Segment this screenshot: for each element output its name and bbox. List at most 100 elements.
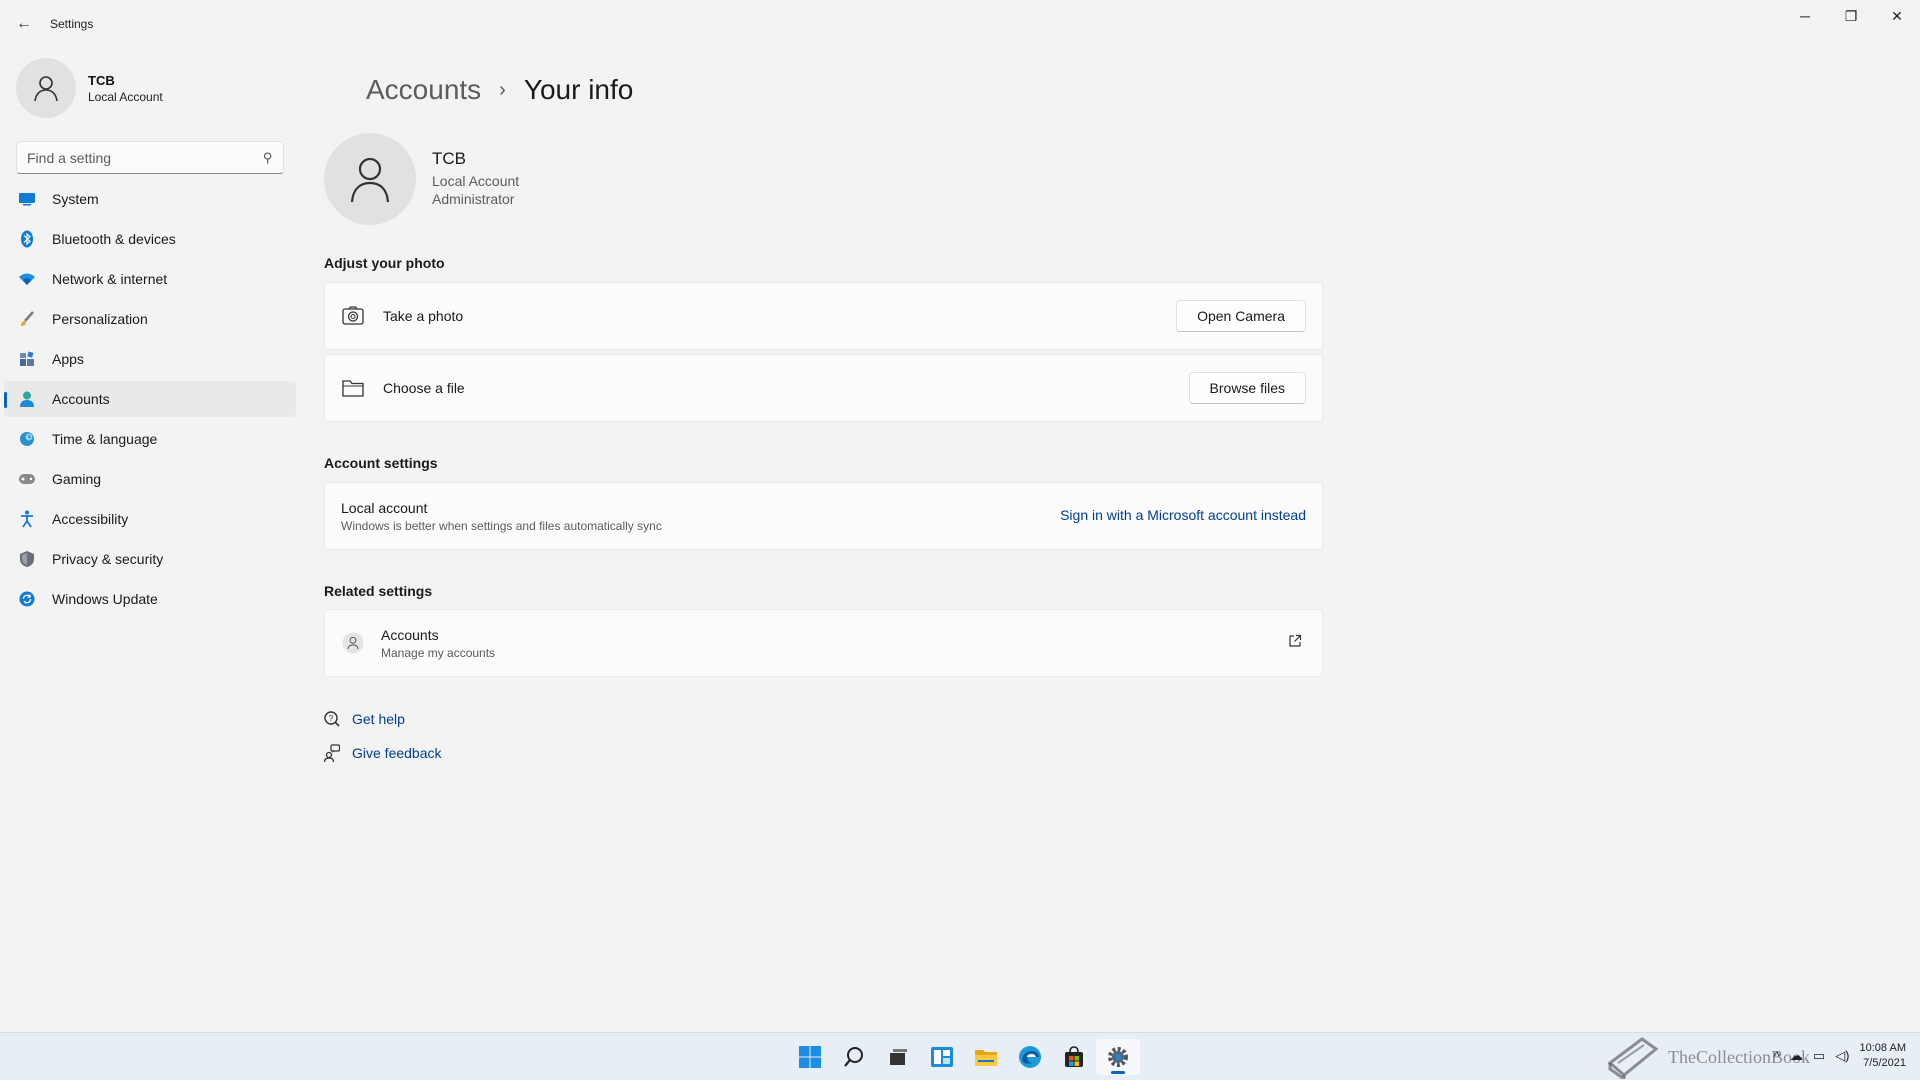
shield-icon xyxy=(18,550,36,568)
sidebar-nav: System Bluetooth & devices Network & int… xyxy=(4,181,296,621)
manage-accounts-card[interactable]: Accounts Manage my accounts xyxy=(324,609,1323,677)
sidebar-item-accessibility[interactable]: Accessibility xyxy=(4,501,296,537)
get-help-link[interactable]: Get help xyxy=(352,711,405,727)
section-title-adjust-photo: Adjust your photo xyxy=(324,255,445,271)
back-button[interactable]: ← xyxy=(12,12,36,36)
sidebar-item-network[interactable]: Network & internet xyxy=(4,261,296,297)
browse-files-button[interactable]: Browse files xyxy=(1188,372,1306,404)
gamepad-icon xyxy=(18,470,36,488)
task-view-icon xyxy=(890,1049,907,1065)
choose-file-card: Choose a file Browse files xyxy=(324,354,1323,422)
sidebar-item-apps[interactable]: Apps xyxy=(4,341,296,377)
clock[interactable]: 10:08 AM 7/5/2021 xyxy=(1860,1041,1906,1071)
edge-icon xyxy=(1019,1046,1041,1068)
sidebar-item-label: Accessibility xyxy=(52,511,129,527)
give-feedback-link[interactable]: Give feedback xyxy=(352,745,442,761)
back-arrow-icon: ← xyxy=(16,15,32,32)
clock-date: 7/5/2021 xyxy=(1863,1057,1906,1069)
user-info: TCB Local Account Administrator xyxy=(324,133,519,225)
feedback-icon xyxy=(324,744,340,762)
svg-text:?: ? xyxy=(329,714,334,723)
app-title: Settings xyxy=(50,17,94,31)
get-help-row[interactable]: ? Get help xyxy=(324,711,405,727)
local-account-card: Local account Windows is better when set… xyxy=(324,482,1323,550)
task-view-button[interactable] xyxy=(876,1039,920,1075)
person-silhouette-icon xyxy=(34,76,58,102)
sidebar-item-accounts[interactable]: Accounts xyxy=(4,381,296,417)
restore-icon: ❐ xyxy=(1844,7,1858,24)
sidebar-item-personalization[interactable]: Personalization xyxy=(4,301,296,337)
sidebar-item-label: Windows Update xyxy=(52,591,158,607)
settings-taskbar-button[interactable] xyxy=(1096,1039,1140,1075)
file-explorer-icon xyxy=(975,1050,997,1066)
user-role: Administrator xyxy=(432,191,515,207)
profile-name: TCB xyxy=(88,72,115,88)
search-box[interactable]: ⚲ xyxy=(16,141,284,174)
camera-icon xyxy=(342,305,364,327)
search-input[interactable] xyxy=(27,149,264,166)
globe-clock-icon xyxy=(18,430,36,448)
microsoft-signin-link[interactable]: Sign in with a Microsoft account instead xyxy=(1060,507,1306,523)
choose-file-label: Choose a file xyxy=(383,380,465,396)
sidebar-item-gaming[interactable]: Gaming xyxy=(4,461,296,497)
sidebar-profile[interactable]: TCB Local Account xyxy=(16,58,163,118)
breadcrumb-separator-icon: › xyxy=(499,78,506,101)
close-icon: ✕ xyxy=(1891,7,1903,24)
user-account-type: Local Account xyxy=(432,173,520,189)
breadcrumb-parent[interactable]: Accounts xyxy=(366,74,481,106)
edge-button[interactable] xyxy=(1008,1039,1052,1075)
brush-icon xyxy=(18,310,36,328)
user-avatar xyxy=(324,133,416,225)
give-feedback-row[interactable]: Give feedback xyxy=(324,744,442,762)
clock-time: 10:08 AM xyxy=(1859,1042,1906,1054)
person-circle-icon xyxy=(342,632,364,654)
take-photo-card: Take a photo Open Camera xyxy=(324,282,1323,350)
sidebar-item-label: Time & language xyxy=(52,431,158,447)
sidebar-item-bluetooth[interactable]: Bluetooth & devices xyxy=(4,221,296,257)
start-icon xyxy=(799,1046,821,1068)
sidebar-item-time-language[interactable]: Time & language xyxy=(4,421,296,457)
sidebar-item-system[interactable]: System xyxy=(4,181,296,217)
minimize-icon: ─ xyxy=(1800,8,1810,24)
store-button[interactable] xyxy=(1052,1039,1096,1075)
sidebar-item-label: Privacy & security xyxy=(52,551,164,567)
profile-account-type: Local Account xyxy=(88,89,163,104)
minimize-button[interactable]: ─ xyxy=(1782,0,1828,32)
file-explorer-button[interactable] xyxy=(964,1039,1008,1075)
sidebar-item-label: Network & internet xyxy=(52,271,168,287)
cloud-icon[interactable]: ☁ xyxy=(1790,1048,1803,1064)
sidebar-item-label: Apps xyxy=(52,351,84,367)
book-icon xyxy=(1607,1037,1659,1079)
external-link-icon xyxy=(1289,634,1302,647)
update-icon xyxy=(18,590,36,608)
sidebar-item-label: Personalization xyxy=(52,311,148,327)
open-camera-button[interactable]: Open Camera xyxy=(1176,300,1306,332)
sidebar-item-label: Gaming xyxy=(52,471,102,487)
sidebar-item-label: System xyxy=(52,191,99,207)
sidebar-item-windows-update[interactable]: Windows Update xyxy=(4,581,296,617)
section-title-account-settings: Account settings xyxy=(324,455,438,471)
chevron-up-icon[interactable]: ^ xyxy=(1774,1049,1780,1064)
apps-icon xyxy=(18,350,36,368)
sidebar-item-privacy-security[interactable]: Privacy & security xyxy=(4,541,296,577)
accounts-related-description: Manage my accounts xyxy=(381,645,496,660)
sidebar: TCB Local Account ⚲ System Bluetooth & d… xyxy=(0,48,300,1028)
restore-button[interactable]: ❐ xyxy=(1828,0,1874,32)
page-title: Your info xyxy=(523,74,634,105)
local-account-description: Windows is better when settings and file… xyxy=(341,518,662,533)
start-button[interactable] xyxy=(788,1039,832,1075)
user-name: TCB xyxy=(432,149,466,168)
person-icon xyxy=(18,390,36,408)
network-icon[interactable]: ▭ xyxy=(1813,1048,1825,1064)
title-bar: ← Settings ─ ❐ ✕ xyxy=(0,0,1920,48)
volume-icon[interactable]: ◁) xyxy=(1835,1048,1849,1064)
widgets-button[interactable] xyxy=(920,1039,964,1075)
search-icon xyxy=(844,1047,863,1067)
taskbar-search-button[interactable] xyxy=(832,1039,876,1075)
bluetooth-icon xyxy=(18,230,36,248)
settings-icon xyxy=(1108,1047,1128,1067)
taskbar: TheCollectionBook ^ ☁ ▭ ◁) 10:08 AM 7/5/… xyxy=(0,1032,1920,1080)
close-button[interactable]: ✕ xyxy=(1874,0,1920,32)
accessibility-icon xyxy=(18,510,36,528)
person-silhouette-icon xyxy=(350,157,390,203)
